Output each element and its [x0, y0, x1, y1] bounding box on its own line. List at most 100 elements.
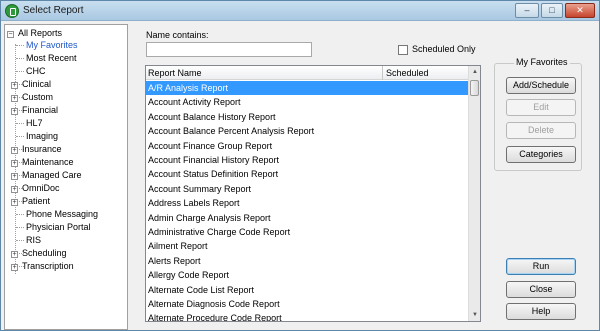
tree-item-label: Physician Portal: [26, 222, 91, 232]
add-schedule-button[interactable]: Add/Schedule: [506, 77, 576, 94]
list-header: Report Name Scheduled: [146, 66, 469, 80]
tree-item[interactable]: Most Recent: [25, 52, 78, 64]
tree-item-label: Patient: [22, 196, 51, 206]
table-row[interactable]: Account Status Definition Report: [146, 167, 469, 181]
tree-item-label: Most Recent: [26, 53, 77, 63]
name-contains-label: Name contains:: [146, 30, 209, 40]
tree-item[interactable]: My Favorites: [25, 39, 79, 51]
tree-item-label: Managed Care: [22, 170, 82, 180]
tree-item-label: OmniDoc: [22, 183, 60, 193]
tree-item[interactable]: + Scheduling: [11, 247, 68, 259]
expand-icon[interactable]: +: [11, 95, 18, 102]
expand-icon[interactable]: +: [11, 173, 18, 180]
tree-connector: [16, 71, 24, 72]
name-contains-input[interactable]: [146, 42, 312, 57]
minimize-button[interactable]: –: [515, 3, 539, 18]
tree-item-label: CHC: [26, 66, 46, 76]
window-title: Select Report: [23, 5, 84, 16]
report-category-tree[interactable]: − All Reports My Favorites Most Recent CHC +…: [4, 24, 128, 330]
table-row[interactable]: Alternate Procedure Code Report: [146, 311, 469, 321]
tree-item[interactable]: + Financial: [11, 104, 59, 116]
tree-item[interactable]: + Insurance: [11, 143, 63, 155]
list-scrollbar[interactable]: ▲ ▼: [468, 66, 480, 321]
tree-item-label: Transcription: [22, 261, 74, 271]
expand-icon[interactable]: +: [11, 160, 18, 167]
expand-icon[interactable]: +: [11, 82, 18, 89]
tree-item-label: HL7: [26, 118, 43, 128]
tree-item-label: My Favorites: [26, 40, 78, 50]
help-button[interactable]: Help: [506, 303, 576, 320]
tree-item-label: Maintenance: [22, 157, 74, 167]
column-header-report-name[interactable]: Report Name: [146, 66, 383, 80]
maximize-button[interactable]: □: [541, 3, 563, 18]
expand-icon[interactable]: +: [11, 147, 18, 154]
tree-connector: [16, 227, 24, 228]
scheduled-only-checkbox[interactable]: [398, 45, 408, 55]
table-row[interactable]: Alerts Report: [146, 254, 469, 268]
tree-connector: [16, 123, 24, 124]
tree-item-label: Custom: [22, 92, 54, 102]
tree-item[interactable]: + Maintenance: [11, 156, 75, 168]
tree-connector: [16, 136, 24, 137]
expand-icon[interactable]: +: [11, 264, 18, 271]
table-row[interactable]: Account Summary Report: [146, 182, 469, 196]
tree-item[interactable]: RIS: [25, 234, 42, 246]
tree-item[interactable]: Imaging: [25, 130, 59, 142]
table-row[interactable]: A/R Analysis Report: [146, 81, 469, 95]
edit-button[interactable]: Edit: [506, 99, 576, 116]
table-row[interactable]: Address Labels Report: [146, 196, 469, 210]
run-button[interactable]: Run: [506, 258, 576, 275]
tree-item-all-reports[interactable]: − All Reports: [7, 27, 63, 39]
categories-button[interactable]: Categories: [506, 146, 576, 163]
scroll-down-icon[interactable]: ▼: [470, 310, 480, 320]
tree-item[interactable]: + Patient: [11, 195, 51, 207]
table-row[interactable]: Account Balance Percent Analysis Report: [146, 124, 469, 138]
expand-icon[interactable]: +: [11, 186, 18, 193]
tree-item[interactable]: CHC: [25, 65, 47, 77]
scheduled-only-label[interactable]: Scheduled Only: [412, 44, 476, 54]
select-report-window: Select Report – □ ✕ − All Reports My Favo…: [0, 0, 600, 331]
collapse-icon[interactable]: −: [7, 31, 14, 38]
close-window-button[interactable]: ✕: [565, 3, 595, 18]
tree-item-label: Imaging: [26, 131, 59, 141]
tree-connector: [16, 214, 24, 215]
table-row[interactable]: Administrative Charge Code Report: [146, 225, 469, 239]
tree-item-label: Financial: [22, 105, 59, 115]
delete-button[interactable]: Delete: [506, 122, 576, 139]
tree-item[interactable]: + Managed Care: [11, 169, 83, 181]
table-row[interactable]: Account Balance History Report: [146, 110, 469, 124]
tree-connector: [16, 45, 24, 46]
table-row[interactable]: Alternate Diagnosis Code Report: [146, 297, 469, 311]
tree-item[interactable]: HL7: [25, 117, 44, 129]
report-list[interactable]: Report Name Scheduled A/R Analysis Repor…: [145, 65, 481, 322]
table-row[interactable]: Ailment Report: [146, 239, 469, 253]
tree-connector: [16, 58, 24, 59]
tree-item-label: RIS: [26, 235, 42, 245]
tree-item[interactable]: Physician Portal: [25, 221, 92, 233]
tree-item-label: Scheduling: [22, 248, 67, 258]
expand-icon[interactable]: +: [11, 199, 18, 206]
tree-item[interactable]: + Transcription: [11, 260, 75, 272]
scroll-up-icon[interactable]: ▲: [470, 67, 480, 77]
tree-item[interactable]: + Clinical: [11, 78, 52, 90]
table-row[interactable]: Account Finance Group Report: [146, 139, 469, 153]
expand-icon[interactable]: +: [11, 108, 18, 115]
table-row[interactable]: Account Activity Report: [146, 95, 469, 109]
app-icon: [5, 4, 19, 18]
title-bar[interactable]: Select Report – □ ✕: [1, 1, 599, 21]
table-row[interactable]: Account Financial History Report: [146, 153, 469, 167]
close-button[interactable]: Close: [506, 281, 576, 298]
tree-item-label: Insurance: [22, 144, 62, 154]
scroll-thumb[interactable]: [470, 80, 479, 96]
tree-item-label: Phone Messaging: [26, 209, 99, 219]
expand-icon[interactable]: +: [11, 251, 18, 258]
column-header-scheduled[interactable]: Scheduled: [384, 66, 469, 80]
tree-item[interactable]: + Custom: [11, 91, 54, 103]
tree-item[interactable]: Phone Messaging: [25, 208, 99, 220]
tree-item[interactable]: + OmniDoc: [11, 182, 61, 194]
table-row[interactable]: Admin Charge Analysis Report: [146, 211, 469, 225]
tree-connector: [16, 240, 24, 241]
table-row[interactable]: Alternate Code List Report: [146, 283, 469, 297]
tree-item-label: Clinical: [22, 79, 52, 89]
table-row[interactable]: Allergy Code Report: [146, 268, 469, 282]
